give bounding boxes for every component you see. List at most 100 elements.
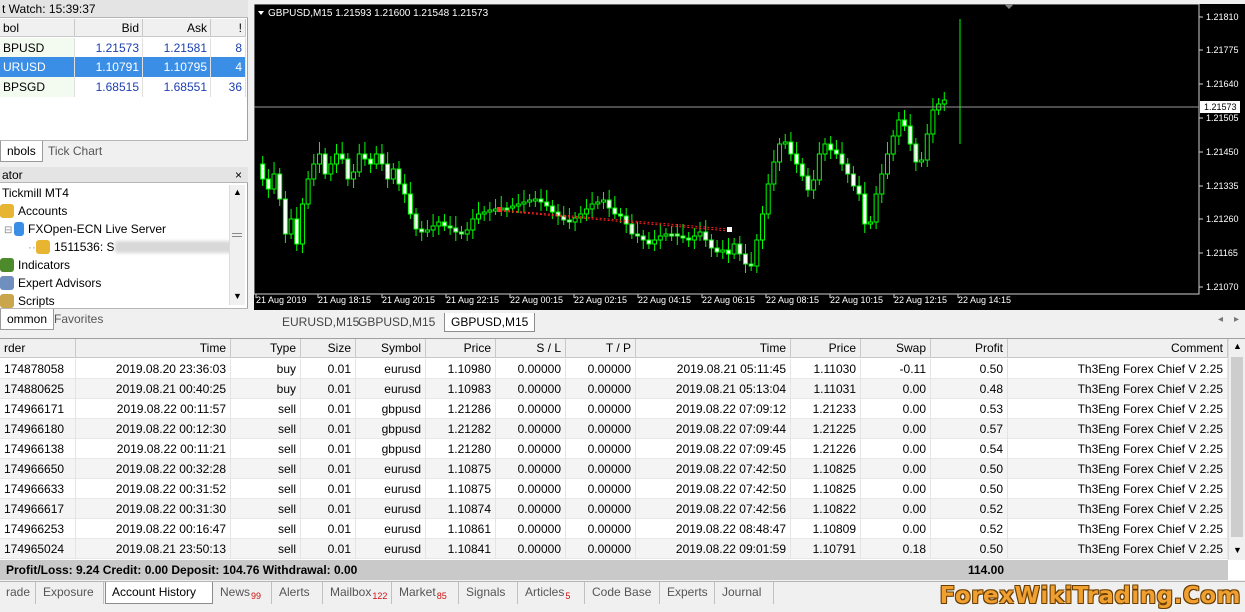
table-row[interactable]: 174966633 2019.08.22 00:31:52 sell 0.01 euru… [0,479,1228,499]
tab-articles[interactable]: Articles5 [519,582,585,604]
candle-bear [737,243,743,255]
tab-common[interactable]: ommon [0,309,55,330]
col-symbol[interactable]: Symbol [356,339,426,358]
col-open-time[interactable]: Time [76,339,231,358]
mw-bid: 1.68515 [75,77,143,97]
cell-open-price: 1.10861 [426,519,496,539]
collapse-icon[interactable]: ⊟ [4,222,14,240]
col-comment[interactable]: Comment [1008,339,1228,358]
mw-col-ask[interactable]: Ask [143,19,211,37]
nav-accounts[interactable]: Accounts [0,202,67,220]
trade-close-marker [727,227,732,232]
scroll-down-icon[interactable]: ▼ [233,291,242,301]
terminal-scrollbar[interactable]: ▲ ▼ [1228,339,1245,560]
cell-open-time: 2019.08.22 00:31:52 [76,479,231,499]
tab-scroll-right-icon[interactable]: ▸ [1234,314,1239,325]
navigator-scrollbar[interactable]: ▲ ▼ [229,185,245,305]
col-sl[interactable]: S / L [496,339,566,358]
table-row[interactable]: 174878058 2019.08.20 23:36:03 buy 0.01 eurus… [0,359,1228,379]
table-row[interactable]: 174880625 2019.08.21 00:40:25 buy 0.01 eurus… [0,379,1228,399]
mw-row-0[interactable]: BPUSD 1.21573 1.21581 8 [0,38,246,58]
nav-expert-advisors[interactable]: Expert Advisors [0,274,101,292]
col-swap[interactable]: Swap [861,339,931,358]
nav-server[interactable]: ⊟ FXOpen-ECN Live Server [4,220,166,238]
tab-scroll-left-icon[interactable]: ◂ [1218,314,1223,325]
candle-bear [618,213,624,217]
mw-ask: 1.68551 [143,77,211,97]
scroll-thumb[interactable] [1231,357,1243,537]
tab-symbols[interactable]: nbols [0,141,43,162]
cell-profit: 0.48 [931,379,1008,399]
mw-col-bid[interactable]: Bid [75,19,143,37]
mw-col-symbol[interactable]: bol [0,19,75,37]
cell-order: 174966633 [0,479,76,499]
tab-experts[interactable]: Experts [661,582,715,604]
price-label: 1.21260 [1206,214,1239,224]
cell-type: sell [231,419,301,439]
tab-alerts[interactable]: Alerts [273,582,323,604]
candle-bull [663,233,669,237]
table-row[interactable]: 174966171 2019.08.22 00:11:57 sell 0.01 gbpu… [0,399,1228,419]
price-chart[interactable]: GBPUSD,M15 1.21593 1.21600 1.21548 1.215… [254,4,1245,310]
col-size[interactable]: Size [301,339,356,358]
col-close-time[interactable]: Time [636,339,791,358]
cell-symbol: gbpusd [356,419,426,439]
table-row[interactable]: 174966253 2019.08.22 00:16:47 sell 0.01 euru… [0,519,1228,539]
scroll-up-icon[interactable]: ▲ [1233,341,1242,351]
cell-open-price: 1.10875 [426,459,496,479]
tab-account-history[interactable]: Account History [105,582,213,604]
col-tp[interactable]: T / P [566,339,636,358]
price-label: 1.21070 [1206,282,1239,292]
nav-root[interactable]: Tickmill MT4 [2,184,69,202]
tab-market[interactable]: Market85 [393,582,459,604]
time-label: 22 Aug 14:15 [958,295,1011,305]
tab-news[interactable]: News99 [214,582,272,604]
chart-canvas[interactable]: GBPUSD,M15 1.21593 1.21600 1.21548 1.215… [254,4,1245,310]
market-watch-title: t Watch: 15:39:37 [0,0,248,18]
tab-mailbox[interactable]: Mailbox122 [324,582,392,604]
col-close-price[interactable]: Price [791,339,861,358]
cell-open-time: 2019.08.22 00:11:57 [76,399,231,419]
cell-comment: Th3Eng Forex Chief V 2.25 [1008,479,1228,499]
mw-ask: 1.10795 [143,57,211,77]
chart-tab-gbpusd[interactable]: GBPUSD,M15 [352,313,441,332]
table-row[interactable]: 174966617 2019.08.22 00:31:30 sell 0.01 euru… [0,499,1228,519]
scroll-down-icon[interactable]: ▼ [1233,545,1242,555]
mw-col-spread[interactable]: ! [211,19,246,37]
candle-bear [419,228,425,233]
col-order[interactable]: rder [0,339,76,358]
tab-signals[interactable]: Signals [460,582,518,604]
col-open-price[interactable]: Price [426,339,496,358]
scroll-up-icon[interactable]: ▲ [233,187,242,197]
cell-order: 174966180 [0,419,76,439]
cell-symbol: eurusd [356,499,426,519]
table-row[interactable]: 174966650 2019.08.22 00:32:28 sell 0.01 euru… [0,459,1228,479]
table-row[interactable]: 174965024 2019.08.21 23:50:13 sell 0.01 euru… [0,539,1228,559]
mw-row-2[interactable]: BPSGD 1.68515 1.68551 36 [0,77,246,97]
candle-bear [635,233,641,237]
tab-exposure[interactable]: Exposure [37,582,104,604]
candle-bull [771,161,777,185]
tab-favorites[interactable]: Favorites [48,309,109,330]
scroll-thumb-grip[interactable] [232,233,242,237]
col-type[interactable]: Type [231,339,301,358]
cell-close-time: 2019.08.22 08:48:47 [636,519,791,539]
nav-account-entry[interactable]: ·· 1511536: S [28,238,235,256]
table-row[interactable]: 174966180 2019.08.22 00:12:30 sell 0.01 gbpu… [0,419,1228,439]
table-row[interactable]: 174966138 2019.08.22 00:11:21 sell 0.01 gbpu… [0,439,1228,459]
col-profit[interactable]: Profit [931,339,1008,358]
tab-code-base[interactable]: Code Base [586,582,660,604]
price-label: 1.21640 [1206,79,1239,89]
nav-indicators[interactable]: Indicators [0,256,70,274]
tab-rade[interactable]: rade [0,582,36,604]
candle-bull [691,235,697,241]
tab-journal[interactable]: Journal [716,582,774,604]
candle-bull [521,201,527,205]
candle-bull [470,218,476,231]
cell-order: 174966138 [0,439,76,459]
mw-spread: 8 [211,38,246,58]
chart-tab-gbpusd-active[interactable]: GBPUSD,M15 [444,313,536,332]
tab-tick-chart[interactable]: Tick Chart [42,141,108,162]
mw-row-1[interactable]: URUSD 1.10791 1.10795 4 [0,57,246,77]
close-icon[interactable]: × [235,167,242,183]
